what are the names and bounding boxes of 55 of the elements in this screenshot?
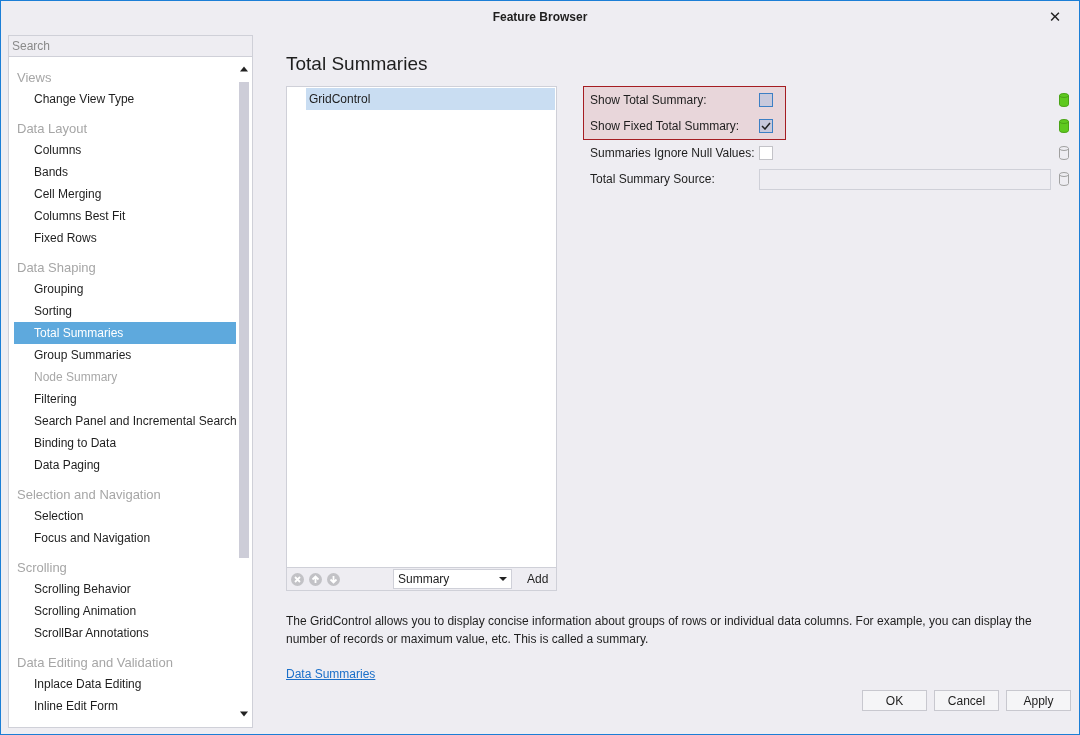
group-heading: Data Layout: [16, 120, 89, 138]
sidebar-item[interactable]: Filtering: [14, 388, 236, 410]
remove-icon[interactable]: [291, 572, 304, 586]
sidebar-item[interactable]: Group Summaries: [14, 344, 236, 366]
database-icon[interactable]: [1059, 172, 1069, 186]
sidebar-item[interactable]: Bands: [14, 161, 236, 183]
dialog-button[interactable]: OK: [862, 690, 927, 711]
search-field[interactable]: Search: [8, 35, 253, 57]
sidebar-item[interactable]: ScrollBar Annotations: [14, 622, 236, 644]
sidebar-item[interactable]: Scrolling Behavior: [14, 578, 236, 600]
sidebar-item[interactable]: Scrolling Animation: [14, 600, 236, 622]
sidebar-item[interactable]: Columns Best Fit: [14, 205, 236, 227]
database-icon[interactable]: [1059, 119, 1069, 133]
window-title: Feature Browser: [492, 10, 588, 24]
sidebar-item[interactable]: Grouping: [14, 278, 236, 300]
property-label: Summaries Ignore Null Values:: [589, 146, 756, 160]
checkbox[interactable]: [759, 146, 773, 160]
database-icon[interactable]: [1059, 93, 1069, 107]
caret-icon: [499, 577, 507, 581]
checkbox[interactable]: [759, 93, 773, 107]
sidebar-item[interactable]: Cell Merging: [14, 183, 236, 205]
down-arrow-icon[interactable]: [327, 572, 340, 586]
page-title: Total Summaries: [286, 52, 429, 76]
sidebar-item[interactable]: Data Paging: [14, 454, 236, 476]
close-button[interactable]: ✕: [1041, 6, 1069, 28]
text-field[interactable]: [759, 168, 1051, 190]
sidebar-item[interactable]: Fixed Rows: [14, 227, 236, 249]
sidebar-item[interactable]: Change View Type: [14, 88, 236, 110]
property-label: Show Fixed Total Summary:: [589, 119, 741, 133]
sidebar-item[interactable]: Sorting: [14, 300, 236, 322]
property-label: Show Total Summary:: [589, 93, 708, 107]
sidebar-item[interactable]: Inline Edit Form: [14, 695, 236, 717]
sidebar-item[interactable]: Focus and Navigation: [14, 527, 236, 549]
group-heading: Data Shaping: [16, 259, 97, 277]
group-heading: Scrolling: [16, 559, 68, 577]
scrollbar-thumb[interactable]: [239, 82, 249, 558]
sidebar-item[interactable]: Selection: [14, 505, 236, 527]
sidebar-item[interactable]: Columns: [14, 139, 236, 161]
add-button[interactable]: Add: [523, 570, 553, 588]
summary-dropdown[interactable]: Summary: [393, 569, 512, 589]
sidebar-item[interactable]: Binding to Data: [14, 432, 236, 454]
property-label: Total Summary Source:: [589, 172, 716, 186]
database-icon[interactable]: [1059, 146, 1069, 160]
group-heading: Selection and Navigation: [16, 486, 162, 504]
sidebar-item[interactable]: Inplace Data Editing: [14, 673, 236, 695]
documentation-link[interactable]: Data Summaries: [286, 667, 376, 681]
checkbox[interactable]: [759, 119, 773, 133]
sidebar-item[interactable]: Search Panel and Incremental Search: [14, 410, 236, 432]
dialog-button[interactable]: Apply: [1006, 690, 1071, 711]
up-arrow-icon[interactable]: [309, 572, 322, 586]
description-text: The GridControl allows you to display concise information about groups of rows or individual data columns. For example, you can display the number of records or maximum value, etc. This is called a summary.: [286, 613, 1033, 648]
group-heading: Data Editing and Validation: [16, 654, 174, 672]
group-heading: Views: [16, 69, 53, 87]
tree-item[interactable]: GridControl: [306, 88, 555, 110]
dialog-button[interactable]: Cancel: [934, 690, 999, 711]
